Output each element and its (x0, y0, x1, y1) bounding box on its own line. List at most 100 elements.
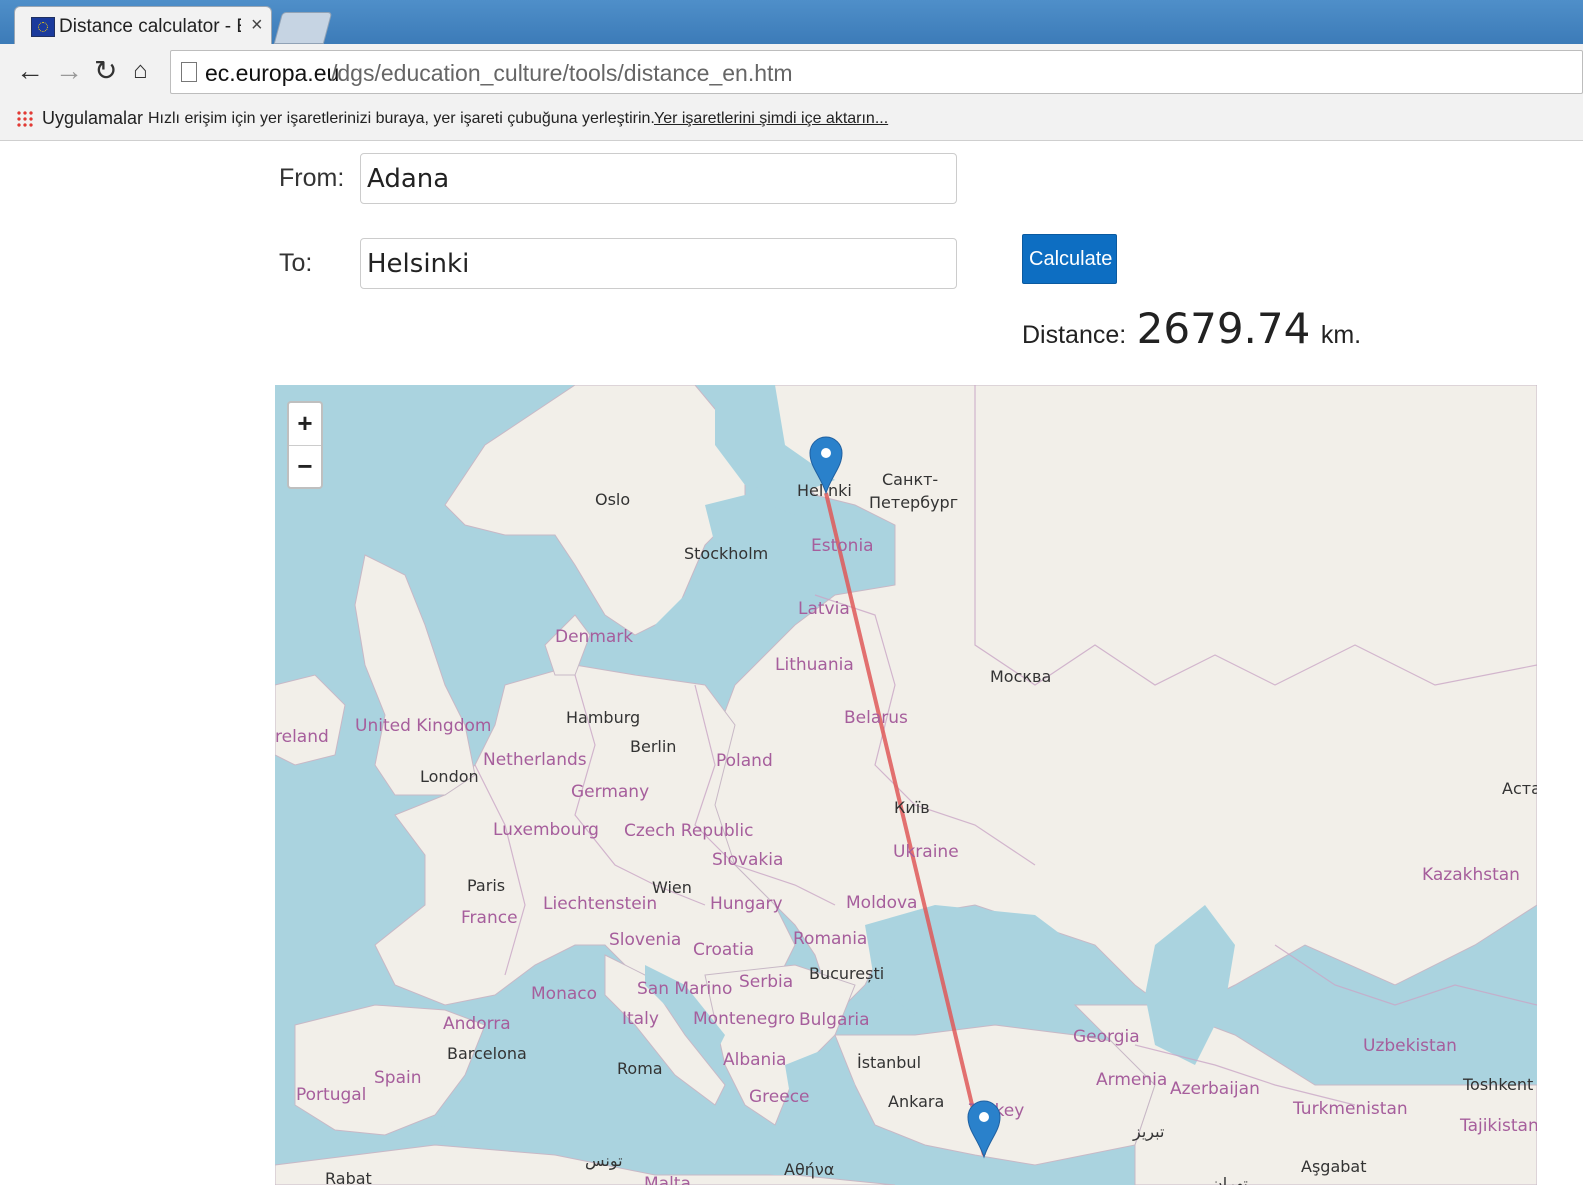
map-city-label: Москва (990, 667, 1051, 686)
page-bottom-edge (0, 1185, 1583, 1197)
apps-grid-icon[interactable] (16, 110, 34, 128)
map-city-label: Toshkent (1462, 1075, 1533, 1094)
map-country-label: Italy (622, 1009, 659, 1029)
map-country-label: San Marino (637, 979, 732, 999)
route-map[interactable]: reland United Kingdom Netherlands Germany Lu… (275, 385, 1537, 1185)
map-country-label: Spain (374, 1068, 422, 1088)
new-tab-button[interactable] (273, 12, 333, 44)
zoom-out-button[interactable]: − (289, 446, 321, 488)
to-label: To: (279, 249, 313, 277)
map-city-label: تونس (585, 1151, 623, 1171)
apps-shortcut[interactable]: Uygulamalar (42, 108, 143, 129)
map-city-label: Wien (652, 878, 692, 897)
map-country-label: Armenia (1096, 1070, 1167, 1090)
forward-arrow-icon[interactable]: → (55, 54, 83, 88)
map-city-label: London (420, 767, 479, 786)
map-city-label: nki (828, 481, 852, 500)
map-city-label: Berlin (630, 737, 676, 756)
back-arrow-icon[interactable]: ← (16, 54, 44, 88)
map-country-label: Germany (571, 782, 649, 802)
map-city-label: Ankara (888, 1092, 944, 1111)
eu-flag-favicon-icon (31, 17, 55, 37)
zoom-control: + − (287, 401, 323, 489)
map-country-label: Albania (723, 1050, 786, 1070)
map-country-label: Poland (716, 751, 773, 771)
map-country-label: Azerbaijan (1170, 1079, 1260, 1099)
browser-tab-active[interactable]: Distance calculator - Euro × (14, 6, 272, 44)
map-city-label: تبریز (1132, 1122, 1164, 1142)
map-country-label: Luxembourg (493, 820, 599, 840)
map-country-label: Andorra (443, 1014, 511, 1034)
map-country-label: Netherlands (483, 750, 587, 770)
from-label: From: (279, 164, 345, 192)
home-icon[interactable]: ⌂ (133, 54, 148, 88)
map-country-label: Ukraine (893, 842, 959, 862)
from-input[interactable] (360, 153, 957, 204)
map-city-label: Петербург (869, 493, 958, 512)
map-country-label: Tajikistan (1459, 1116, 1537, 1136)
black-sea (865, 905, 1075, 1015)
url-path: /dgs/education_culture/tools/distance_en… (331, 60, 793, 86)
map-country-label: Lithuania (775, 655, 854, 675)
map-country-label: Serbia (739, 972, 793, 992)
map-country-label: reland (275, 727, 329, 747)
bookmarks-bar: Uygulamalar Hızlı erişim için yer işaret… (0, 100, 1583, 141)
map-country-label: Malta (644, 1174, 691, 1185)
map-city-label: Hamburg (566, 708, 640, 727)
map-country-label: Kazakhstan (1422, 865, 1520, 885)
browser-toolbar: ← → ↻ ⌂ ec.europa.eu /dgs/education_cult… (0, 44, 1583, 101)
map-country-label: Croatia (693, 940, 754, 960)
map-city-label: Stockholm (684, 544, 768, 563)
map-country-label: Bulgaria (799, 1010, 870, 1030)
map-country-label: Turkmenistan (1292, 1099, 1408, 1119)
to-input[interactable] (360, 238, 957, 289)
calculate-button[interactable]: Calculate (1022, 234, 1117, 284)
map-country-label: Greece (749, 1087, 810, 1107)
map-country-label: Slovenia (609, 930, 681, 950)
map-city-label: Rabat (325, 1169, 372, 1185)
map-city-label: Aşgabat (1301, 1157, 1366, 1176)
address-bar[interactable]: ec.europa.eu /dgs/education_culture/tool… (170, 50, 1583, 94)
map-tiles: reland United Kingdom Netherlands Germany Lu… (275, 385, 1537, 1185)
bookmarks-hint: Hızlı erişim için yer işaretlerinizi bur… (148, 110, 655, 127)
map-country-label: Latvia (798, 599, 850, 619)
map-country-label: France (461, 908, 518, 928)
map-city-label: Paris (467, 876, 505, 895)
distance-result: Distance: 2679.74 km. (1022, 304, 1361, 353)
map-country-label: Romania (793, 929, 867, 949)
map-country-label: Denmark (555, 627, 633, 647)
map-city-label: Київ (894, 798, 930, 817)
map-country-label: Moldova (846, 893, 917, 913)
map-country-label: Belarus (844, 708, 908, 728)
map-country-label: Estonia (811, 536, 874, 556)
reload-icon[interactable]: ↻ (94, 54, 117, 88)
map-city-label: Hel (797, 481, 823, 500)
map-city-label: تهران (1211, 1174, 1248, 1185)
map-country-label: United Kingdom (355, 716, 491, 736)
map-city-label: Oslo (595, 490, 630, 509)
distance-label: Distance: (1022, 321, 1127, 349)
map-country-label: Monaco (531, 984, 597, 1004)
map-city-label: Αθήνα (784, 1160, 834, 1179)
map-city-label: Санкт- (882, 470, 938, 489)
map-country-label: Portugal (296, 1085, 366, 1105)
tab-title: Distance calculator - Euro (59, 16, 241, 37)
browser-tab-strip: Distance calculator - Euro × (0, 0, 1583, 44)
tab-close-icon[interactable]: × (251, 14, 263, 37)
map-city-label: Barcelona (447, 1044, 527, 1063)
distance-value: 2679.74 (1136, 304, 1311, 353)
map-city-label: İstanbul (857, 1053, 921, 1072)
import-bookmarks-link[interactable]: Yer işaretlerini şimdi içe aktarın... (654, 110, 888, 128)
map-city-label: Аста (1502, 779, 1537, 798)
map-city-label: București (809, 964, 884, 983)
zoom-in-button[interactable]: + (289, 403, 321, 446)
map-country-label: Montenegro (693, 1009, 795, 1029)
distance-unit: km. (1320, 321, 1362, 349)
url-host: ec.europa.eu (205, 60, 340, 86)
map-country-label: Slovakia (712, 850, 783, 870)
page-icon (181, 62, 197, 82)
map-country-label: Georgia (1073, 1027, 1140, 1047)
map-country-label: Czech Republic (624, 821, 753, 841)
map-country-label: Uzbekistan (1363, 1036, 1457, 1056)
map-country-label: Hungary (710, 894, 783, 914)
